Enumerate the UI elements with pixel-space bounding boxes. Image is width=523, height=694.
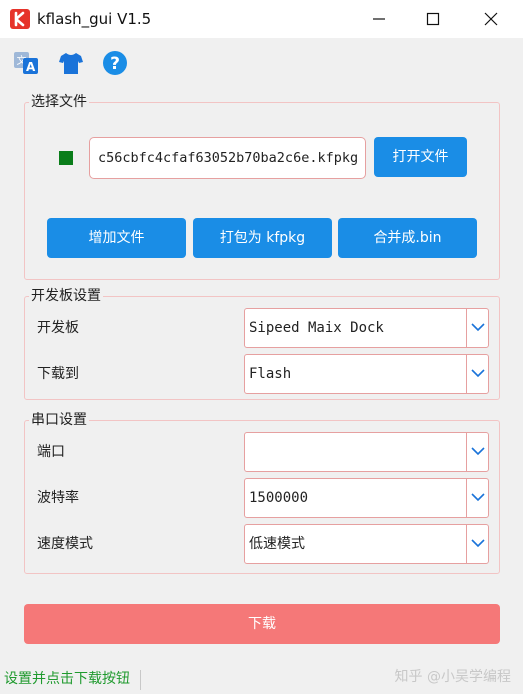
title-bar: kflash_gui V1.5 (0, 0, 523, 38)
minimize-icon (373, 18, 385, 20)
download-button[interactable]: 下载 (24, 604, 500, 644)
target-select-value: Flash (249, 366, 292, 382)
baud-select-value: 1500000 (249, 490, 309, 506)
chevron-down-icon (471, 493, 485, 502)
file-status-indicator (59, 151, 73, 165)
window-title: kflash_gui V1.5 (37, 10, 152, 28)
chevron-down-icon (471, 323, 485, 332)
file-path-input[interactable]: c56cbfc4cfaf63052b70ba2c6e.kfpkg (89, 137, 366, 179)
maximize-button[interactable] (410, 0, 456, 38)
status-separator (140, 670, 141, 690)
target-select[interactable]: Flash (244, 354, 489, 394)
speed-mode-dropdown-button[interactable] (466, 525, 488, 563)
target-dropdown-button[interactable] (466, 355, 488, 393)
app-logo-icon (10, 9, 30, 29)
minimize-button[interactable] (356, 0, 402, 38)
close-icon (484, 12, 498, 26)
port-select[interactable] (244, 432, 489, 472)
speed-mode-select[interactable]: 低速模式 (244, 524, 489, 564)
close-button[interactable] (468, 0, 514, 38)
speed-mode-label: 速度模式 (37, 536, 93, 552)
chevron-down-icon (471, 539, 485, 548)
help-icon[interactable]: ? (101, 49, 129, 77)
merge-bin-button[interactable]: 合并成.bin (338, 218, 477, 258)
file-group-title: 选择文件 (29, 93, 89, 111)
file-select-group: 选择文件 c56cbfc4cfaf63052b70ba2c6e.kfpkg 打开… (24, 93, 500, 280)
board-select-value: Sipeed Maix Dock (249, 320, 384, 336)
svg-text:?: ? (110, 54, 120, 74)
add-file-button[interactable]: 增加文件 (47, 218, 186, 258)
serial-settings-group: 串口设置 端口 波特率 1500000 速度模式 低速模式 (24, 411, 500, 574)
board-dropdown-button[interactable] (466, 309, 488, 347)
port-label: 端口 (37, 444, 65, 460)
speed-mode-select-value: 低速模式 (249, 536, 305, 552)
status-bar: 设置并点击下载按钮 知乎 @小吴学编程 (0, 664, 523, 694)
status-message: 设置并点击下载按钮 (4, 671, 130, 687)
board-group-title: 开发板设置 (29, 287, 103, 305)
baud-dropdown-button[interactable] (466, 479, 488, 517)
maximize-icon (426, 12, 440, 26)
pack-kfpkg-button[interactable]: 打包为 kfpkg (193, 218, 332, 258)
svg-text:A: A (26, 60, 36, 74)
language-icon[interactable]: 文 A (12, 49, 40, 77)
chevron-down-icon (471, 447, 485, 456)
board-settings-group: 开发板设置 开发板 Sipeed Maix Dock 下载到 Flash (24, 287, 500, 400)
baud-label: 波特率 (37, 490, 79, 506)
target-label: 下载到 (37, 366, 79, 382)
open-file-button[interactable]: 打开文件 (374, 137, 467, 177)
watermark-text: 知乎 @小吴学编程 (394, 669, 511, 685)
board-label: 开发板 (37, 320, 79, 336)
theme-shirt-icon[interactable] (57, 49, 85, 77)
serial-group-title: 串口设置 (29, 411, 89, 429)
chevron-down-icon (471, 369, 485, 378)
port-dropdown-button[interactable] (466, 433, 488, 471)
board-select[interactable]: Sipeed Maix Dock (244, 308, 489, 348)
baud-select[interactable]: 1500000 (244, 478, 489, 518)
